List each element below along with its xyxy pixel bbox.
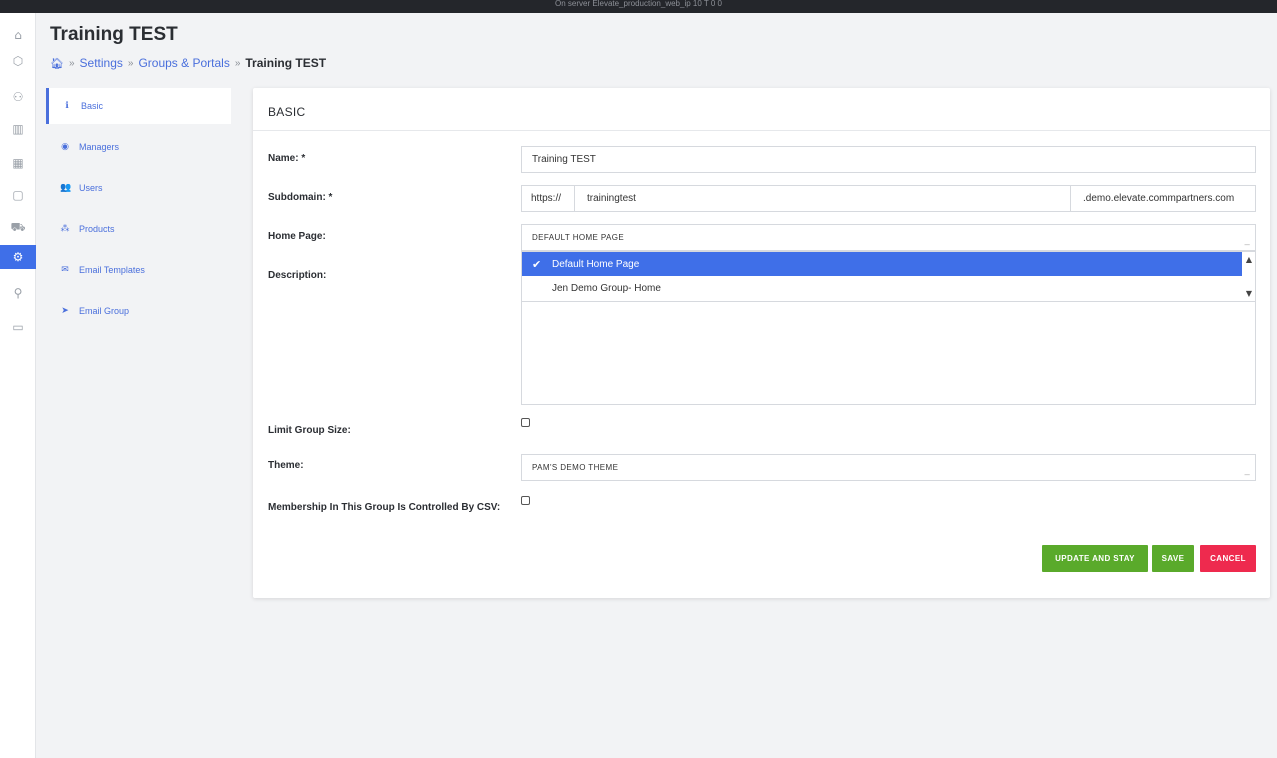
nav-products[interactable]: ⁂ Products <box>46 208 231 249</box>
option-label: Jen Demo Group- Home <box>552 282 661 294</box>
select-caret-icon: _ <box>1244 465 1250 475</box>
nav-label: Products <box>79 223 115 234</box>
homepage-dropdown: ✔ Default Home Page Jen Demo Group- Home… <box>521 251 1256 302</box>
nav-label: Users <box>79 182 103 193</box>
name-label: Name: * <box>268 153 306 164</box>
basic-form-card: BASIC Name: * Training TEST Subdomain: *… <box>253 88 1270 598</box>
home-icon[interactable]: 🏠︎ <box>50 57 64 70</box>
users-icon: 👥 <box>60 182 72 193</box>
subdomain-suffix: .demo.elevate.commpartners.com <box>1070 185 1256 212</box>
book-icon[interactable]: ▥ <box>6 117 30 141</box>
dropdown-option-jen-demo[interactable]: Jen Demo Group- Home <box>522 276 1255 300</box>
package-icon[interactable]: ⬡ <box>6 49 30 73</box>
description-textarea[interactable] <box>521 301 1256 405</box>
grid-icon[interactable]: ▦ <box>6 151 30 175</box>
users-icon[interactable]: ⚇ <box>6 85 30 109</box>
breadcrumb-separator: » <box>68 57 75 69</box>
csv-label: Membership In This Group Is Controlled B… <box>268 502 501 513</box>
subdomain-value: trainingtest <box>587 193 636 204</box>
scroll-up-icon[interactable]: ▲ <box>1246 255 1252 264</box>
option-label: Default Home Page <box>552 258 640 270</box>
dropdown-option-default-home-page[interactable]: ✔ Default Home Page <box>522 252 1242 276</box>
checkmark-icon: ✔ <box>532 257 542 271</box>
page-title: Training TEST <box>50 24 178 45</box>
theme-select[interactable]: PAM'S DEMO THEME _ <box>521 454 1256 481</box>
update-and-stay-button[interactable]: UPDATE AND STAY <box>1042 545 1148 572</box>
name-field[interactable]: Training TEST <box>521 146 1256 173</box>
cart-icon[interactable]: ⛟ <box>6 216 30 240</box>
products-icon: ⁂ <box>60 223 70 234</box>
user-circle-icon: ◉ <box>61 141 69 152</box>
description-label: Description: <box>268 270 327 281</box>
bulb-icon[interactable]: ⚲ <box>6 281 30 305</box>
homepage-label: Home Page: <box>268 231 326 242</box>
nav-email-group[interactable]: ➤ Email Group <box>46 290 231 331</box>
settings-icon[interactable]: ⚙ <box>0 245 36 269</box>
icon-rail: ⌂ ⬡ ⚇ ▥ ▦ ▢ ⛟ ⚙ ⚲ ▭ <box>0 13 36 758</box>
scroll-down-icon[interactable]: ▼ <box>1246 289 1252 298</box>
name-value: Training TEST <box>532 154 596 165</box>
home-icon[interactable]: ⌂ <box>6 23 30 47</box>
info-icon: ℹ <box>65 101 69 111</box>
csv-checkbox[interactable] <box>521 496 530 505</box>
breadcrumb-settings[interactable]: Settings <box>80 56 123 70</box>
subdomain-label: Subdomain: * <box>268 192 333 203</box>
select-caret-icon: _ <box>1244 235 1250 245</box>
nav-basic[interactable]: ℹ Basic <box>46 88 231 124</box>
theme-selected-value: PAM'S DEMO THEME <box>532 463 619 472</box>
envelope-icon: ✉ <box>61 264 69 275</box>
theme-label: Theme: <box>268 460 304 471</box>
subdomain-field[interactable]: trainingtest <box>574 185 1071 212</box>
top-status-bar: On server Elevate_production_web_ip 10 T… <box>0 0 1277 13</box>
card-header: BASIC <box>253 88 1270 131</box>
breadcrumb-current: Training TEST <box>245 56 327 70</box>
breadcrumb-groups-portals[interactable]: Groups & Portals <box>138 56 229 70</box>
monitor-icon[interactable]: ▭ <box>6 315 30 339</box>
breadcrumb: 🏠︎ » Settings » Groups & Portals » Train… <box>50 56 326 70</box>
save-button[interactable]: SAVE <box>1152 545 1194 572</box>
homepage-selected-value: DEFAULT HOME PAGE <box>532 233 625 242</box>
homepage-select[interactable]: DEFAULT HOME PAGE _ <box>521 224 1256 251</box>
nav-email-templates[interactable]: ✉ Email Templates <box>46 249 231 290</box>
nav-label: Email Group <box>79 305 130 316</box>
nav-label: Managers <box>79 141 120 152</box>
breadcrumb-separator: » <box>127 57 134 69</box>
limit-size-checkbox[interactable] <box>521 418 530 427</box>
paper-plane-icon: ➤ <box>61 305 69 316</box>
cancel-button[interactable]: CANCEL <box>1200 545 1256 572</box>
subdomain-prefix: https:// <box>521 185 575 212</box>
nav-managers[interactable]: ◉ Managers <box>46 126 231 167</box>
nav-users[interactable]: 👥 Users <box>46 167 231 208</box>
box-icon[interactable]: ▢ <box>6 183 30 207</box>
limit-size-label: Limit Group Size: <box>268 425 351 436</box>
nav-label: Email Templates <box>79 264 145 275</box>
section-nav: ℹ Basic ◉ Managers 👥 Users ⁂ Products ✉ … <box>46 88 231 331</box>
breadcrumb-separator: » <box>234 57 241 69</box>
nav-label: Basic <box>81 101 104 111</box>
